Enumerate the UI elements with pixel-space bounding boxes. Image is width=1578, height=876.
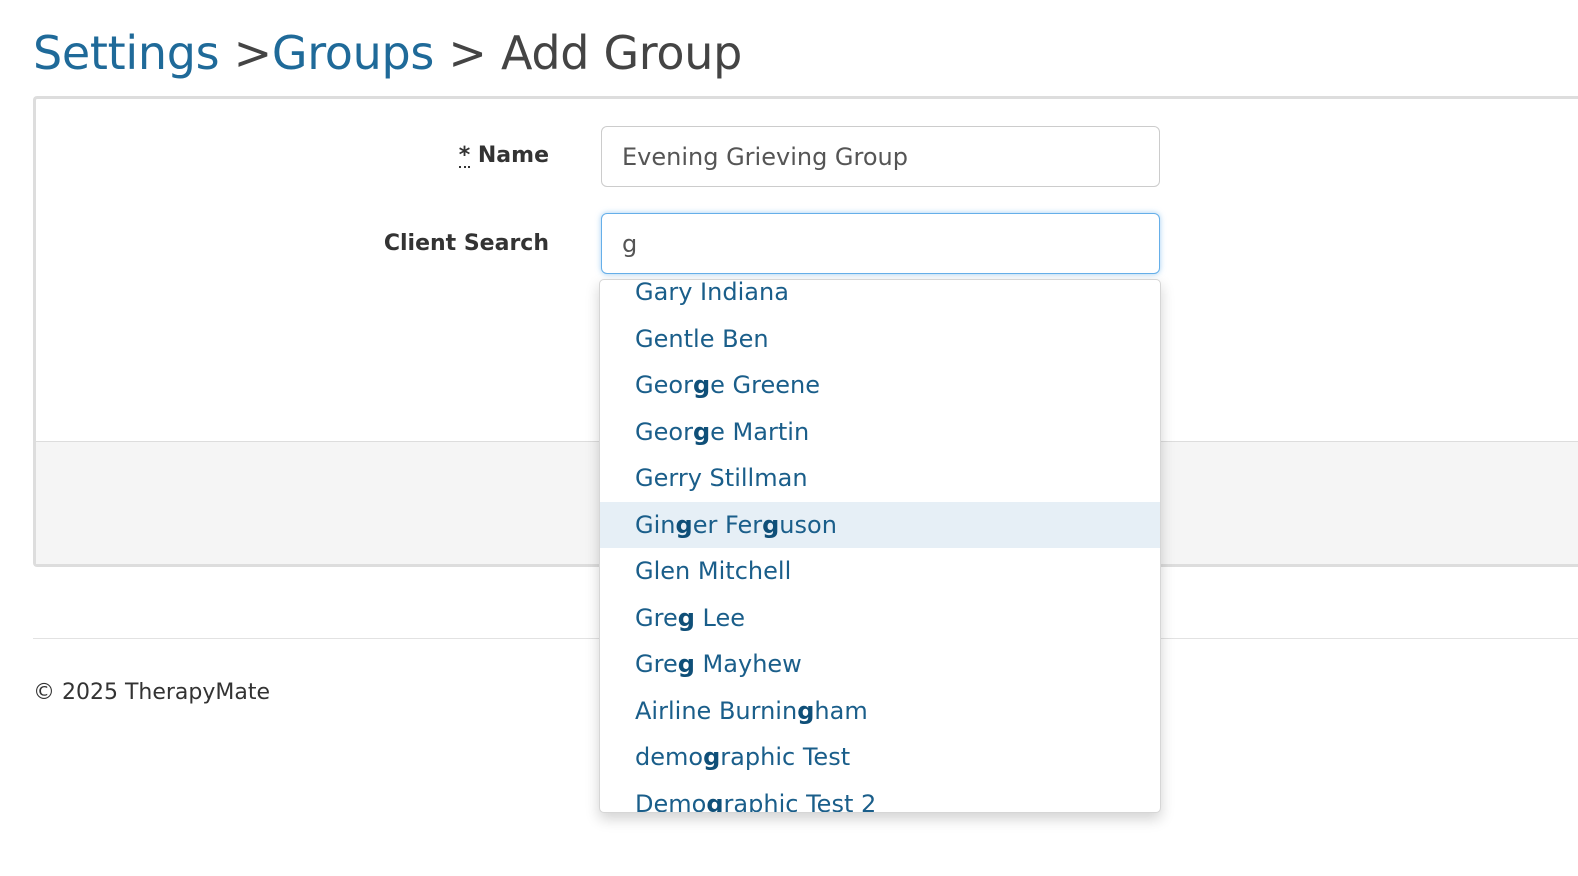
client-suggestion-item[interactable]: George Greene xyxy=(600,362,1160,409)
client-suggestion-item[interactable]: Greg Lee xyxy=(600,595,1160,642)
name-label: * Name xyxy=(458,143,549,168)
client-suggestion-item[interactable]: Glen Mitchell xyxy=(600,548,1160,595)
copyright-text: © 2025 TherapyMate xyxy=(33,680,271,705)
client-suggestion-item[interactable]: Ginger Ferguson xyxy=(600,501,1160,548)
client-suggestion-list: Gary Indiana Gentle Ben George Greene Georg… xyxy=(600,280,1160,813)
client-suggestion-item[interactable]: Airline Burningham xyxy=(600,688,1160,735)
breadcrumb: Settings >Groups > Add Group xyxy=(33,22,742,84)
client-suggestion-item[interactable]: demographic Test xyxy=(600,734,1160,781)
group-name-input[interactable] xyxy=(601,126,1160,187)
breadcrumb-settings-link[interactable]: Settings xyxy=(33,26,220,80)
client-suggestion-item[interactable]: Gentle Ben xyxy=(600,316,1160,363)
name-label-text: Name xyxy=(470,143,549,168)
client-suggestion-item[interactable]: Demographic Test 2 xyxy=(600,781,1160,813)
client-search-dropdown[interactable]: Gary Indiana Gentle Ben George Greene Georg… xyxy=(599,279,1161,813)
page-title: Add Group xyxy=(500,26,742,80)
client-suggestion-item[interactable]: Gary Indiana xyxy=(600,280,1160,316)
required-marker: * xyxy=(458,143,471,168)
client-search-input[interactable] xyxy=(601,213,1160,274)
breadcrumb-groups-link[interactable]: Groups xyxy=(272,26,435,80)
breadcrumb-separator: > xyxy=(434,26,501,80)
client-suggestion-item[interactable]: Greg Mayhew xyxy=(600,641,1160,688)
client-suggestion-item[interactable]: Gerry Stillman xyxy=(600,455,1160,502)
client-search-label: Client Search xyxy=(383,231,549,256)
client-suggestion-item[interactable]: George Martin xyxy=(600,409,1160,456)
breadcrumb-separator: > xyxy=(219,26,273,80)
